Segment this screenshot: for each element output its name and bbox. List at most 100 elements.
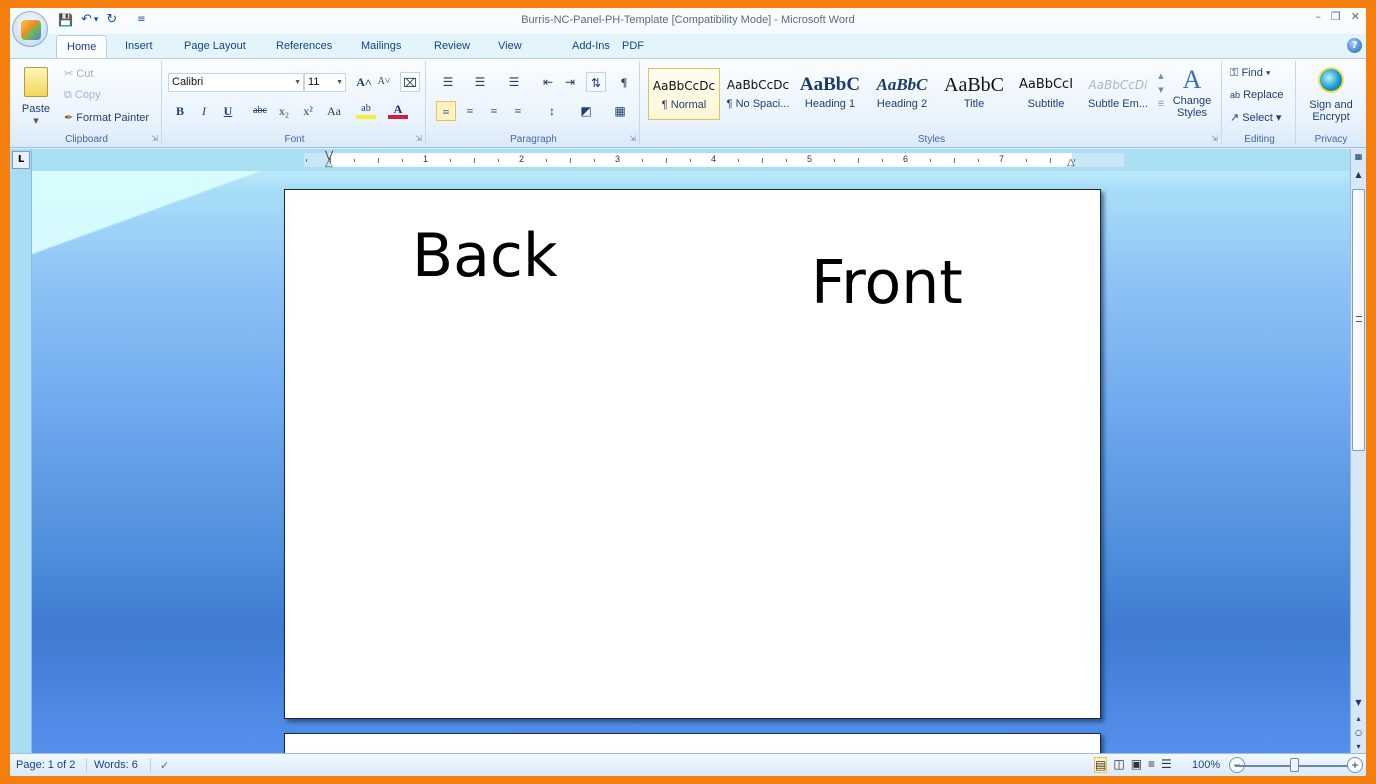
page-count[interactable]: Page: 1 of 2 bbox=[16, 759, 75, 771]
line-spacing-button[interactable]: ↕ bbox=[542, 101, 562, 121]
borders-button[interactable]: ▦ bbox=[610, 101, 630, 121]
zoom-slider-thumb[interactable] bbox=[1290, 758, 1299, 772]
chevron-down-icon: ▼ bbox=[294, 79, 301, 86]
style-name: Heading 2 bbox=[876, 98, 928, 110]
style-heading-2[interactable]: AaBbC Heading 2 bbox=[866, 68, 938, 120]
styles-gallery-scroll[interactable]: ▲ ▼ ☰ bbox=[1156, 69, 1166, 119]
document-page-2[interactable] bbox=[284, 733, 1101, 753]
style-normal[interactable]: AaBbCcDc ¶ Normal bbox=[648, 68, 720, 120]
italic-button[interactable]: I bbox=[194, 101, 214, 121]
paragraph-group: ☰ ☰ ☰ ⇤ ⇥ ⇅ ¶ ≡ ≡ ≡ ≡ ↕ ◩ ▦ Paragraph ⇲ bbox=[428, 61, 640, 145]
tab-home[interactable]: Home bbox=[56, 35, 108, 59]
styles-launcher-icon[interactable]: ⇲ bbox=[1211, 134, 1218, 143]
word-count[interactable]: Words: 6 bbox=[94, 759, 138, 771]
font-launcher-icon[interactable]: ⇲ bbox=[415, 134, 422, 143]
numbering-button[interactable]: ☰ bbox=[470, 72, 490, 92]
format-painter-button[interactable]: ✒ Format Painter bbox=[64, 111, 149, 124]
clear-formatting-button[interactable]: ⌧ bbox=[400, 72, 420, 92]
increase-indent-button[interactable]: ⇥ bbox=[560, 72, 580, 92]
scroll-down-icon[interactable]: ▼ bbox=[1352, 697, 1365, 709]
bullets-button[interactable]: ☰ bbox=[438, 72, 458, 92]
tab-references[interactable]: References bbox=[268, 38, 340, 54]
zoom-in-button[interactable]: + bbox=[1347, 757, 1363, 773]
print-layout-view-icon[interactable]: ▤ bbox=[1094, 757, 1108, 773]
ruler-tick bbox=[594, 159, 595, 162]
paste-button[interactable]: Paste ▼ bbox=[18, 65, 54, 125]
cut-button[interactable]: ✂ Cut bbox=[64, 67, 93, 80]
font-name-combo[interactable]: Calibri ▼ bbox=[168, 73, 304, 92]
close-icon[interactable]: ✕ bbox=[1351, 10, 1360, 23]
bold-button[interactable]: B bbox=[170, 101, 190, 121]
underline-button[interactable]: U bbox=[218, 101, 238, 121]
paragraph-group-label: Paragraph bbox=[510, 134, 557, 145]
scroll-up-icon[interactable]: ▲ bbox=[1352, 169, 1365, 181]
tab-mailings[interactable]: Mailings bbox=[353, 38, 409, 54]
web-layout-view-icon[interactable]: ▣ bbox=[1131, 757, 1142, 773]
text-back[interactable]: Back bbox=[412, 226, 558, 286]
scrollbar-thumb[interactable] bbox=[1352, 189, 1365, 451]
tab-add-ins[interactable]: Add-Ins bbox=[564, 38, 618, 54]
minimize-icon[interactable]: – bbox=[1315, 10, 1321, 23]
style-title[interactable]: AaBbC Title bbox=[938, 68, 1010, 120]
align-left-button[interactable]: ≡ bbox=[436, 101, 456, 121]
restore-icon[interactable]: ❐ bbox=[1331, 10, 1341, 23]
multilevel-list-button[interactable]: ☰ bbox=[504, 72, 524, 92]
style-subtle-emphasis[interactable]: AaBbCcDi Subtle Em... bbox=[1082, 68, 1154, 120]
change-case-button[interactable]: Aa bbox=[322, 101, 346, 121]
copy-label: Copy bbox=[74, 89, 101, 101]
full-screen-reading-view-icon[interactable]: ◫ bbox=[1113, 757, 1124, 773]
horizontal-ruler[interactable]: ⋁ △ △ 1234567 bbox=[304, 150, 1124, 169]
style-heading-1[interactable]: AaBbC Heading 1 bbox=[794, 68, 866, 120]
select-button[interactable]: ↗ Select ▾ bbox=[1230, 111, 1281, 124]
office-button[interactable] bbox=[12, 11, 48, 47]
center-button[interactable]: ≡ bbox=[460, 101, 480, 121]
find-label: Find bbox=[1241, 67, 1263, 79]
replace-button[interactable]: ab Replace bbox=[1230, 89, 1283, 101]
browse-object-icon[interactable]: ○ bbox=[1352, 727, 1365, 739]
font-size-combo[interactable]: 11 ▼ bbox=[304, 73, 346, 92]
proofing-icon[interactable]: ✓ bbox=[160, 759, 169, 772]
draft-view-icon[interactable]: ☰ bbox=[1161, 757, 1172, 773]
find-button[interactable]: ⚿ Find ▾ bbox=[1230, 67, 1271, 80]
tab-review[interactable]: Review bbox=[426, 38, 478, 54]
next-page-icon[interactable]: ▾ bbox=[1352, 741, 1365, 753]
grow-font-button[interactable]: A˄ bbox=[354, 72, 374, 92]
shrink-font-button[interactable]: A˅ bbox=[374, 72, 394, 92]
document-page-1[interactable]: Back Front bbox=[284, 189, 1101, 719]
tab-view[interactable]: View bbox=[490, 38, 530, 54]
zoom-level[interactable]: 100% bbox=[1192, 759, 1220, 771]
tab-page-layout[interactable]: Page Layout bbox=[176, 38, 254, 54]
superscript-button[interactable]: x² bbox=[298, 101, 318, 121]
privacy-group: Sign and Encrypt Privacy bbox=[1298, 61, 1364, 145]
hanging-indent-marker[interactable]: △ bbox=[325, 158, 333, 169]
style-subtitle[interactable]: AaBbCcI Subtitle bbox=[1010, 68, 1082, 120]
ruler-number: 5 bbox=[807, 154, 813, 164]
help-icon[interactable]: ? bbox=[1347, 38, 1362, 53]
text-front[interactable]: Front bbox=[811, 253, 963, 313]
style-no-spacing[interactable]: AaBbCcDc ¶ No Spaci... bbox=[722, 68, 794, 120]
font-color-button[interactable]: A bbox=[388, 99, 408, 119]
strikethrough-button[interactable]: abc bbox=[250, 101, 270, 121]
outline-view-icon[interactable]: ≡ bbox=[1148, 757, 1155, 773]
decrease-indent-button[interactable]: ⇤ bbox=[538, 72, 558, 92]
tab-pdf[interactable]: PDF bbox=[614, 38, 652, 54]
vertical-scrollbar[interactable]: ▦ ▲ ▼ ▴ ○ ▾ bbox=[1350, 149, 1366, 753]
change-styles-button[interactable]: A Change Styles bbox=[1168, 65, 1216, 127]
shading-button[interactable]: ◩ bbox=[576, 101, 596, 121]
tab-selector-button[interactable]: L bbox=[12, 151, 30, 169]
show-formatting-marks-button[interactable]: ¶ bbox=[614, 72, 634, 92]
paragraph-launcher-icon[interactable]: ⇲ bbox=[629, 134, 636, 143]
sign-encrypt-button[interactable]: Sign and Encrypt bbox=[1300, 65, 1362, 127]
previous-page-icon[interactable]: ▴ bbox=[1352, 713, 1365, 725]
sort-button[interactable]: ⇅ bbox=[586, 72, 606, 92]
highlight-button[interactable]: ab bbox=[356, 99, 376, 119]
clipboard-launcher-icon[interactable]: ⇲ bbox=[151, 134, 158, 143]
ruler-tick bbox=[930, 159, 931, 162]
tab-insert[interactable]: Insert bbox=[117, 38, 161, 54]
subscript-button[interactable]: x₂ bbox=[274, 101, 294, 121]
justify-button[interactable]: ≡ bbox=[508, 101, 528, 121]
ruler-toggle-icon[interactable]: ▦ bbox=[1352, 151, 1365, 163]
copy-button[interactable]: ⧉ Copy bbox=[64, 89, 101, 102]
ruler-number: 1 bbox=[423, 154, 429, 164]
align-right-button[interactable]: ≡ bbox=[484, 101, 504, 121]
